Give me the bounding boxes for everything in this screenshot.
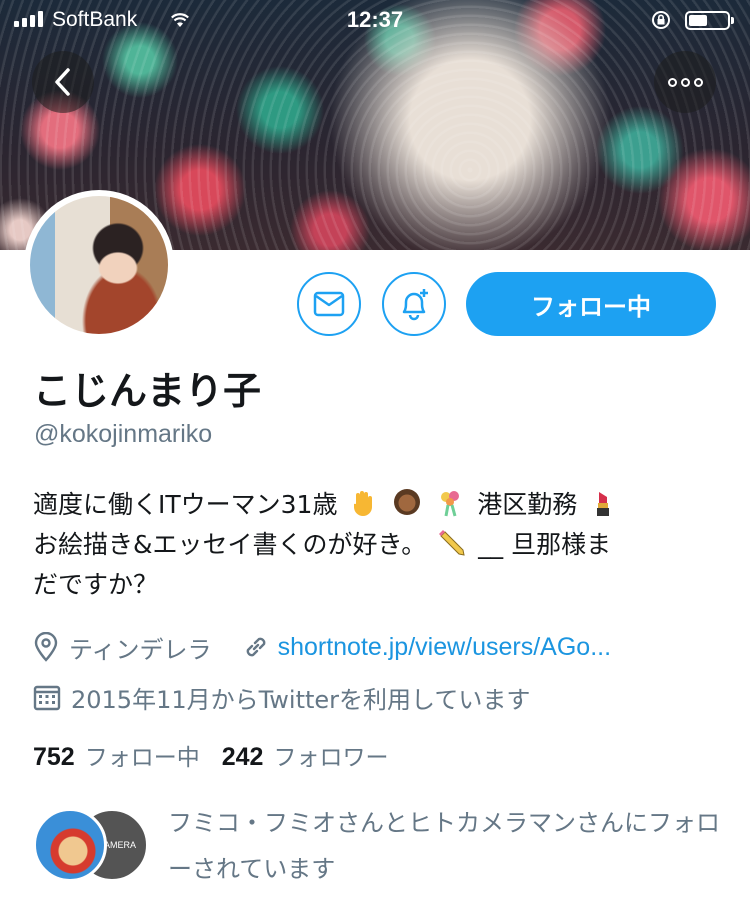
direct-message-button[interactable] [297,272,361,336]
calendar-icon [33,685,61,711]
bio-text: 港区勤務 [477,490,578,519]
location-pin-icon [34,632,58,662]
bio-text: __ 旦那様ま [478,530,612,559]
envelope-icon [313,291,345,317]
lipstick-emoji-icon [597,492,610,516]
display-name: こじんまり子 [33,369,262,413]
following-count: 752 [33,743,75,771]
more-dot-icon [680,77,690,87]
following-stat[interactable]: 752 フォロー中 [33,738,200,772]
location-text: ティンデレラ [69,635,212,664]
follow-stats: 752 フォロー中 242 フォロワー [33,738,388,772]
followers-count: 242 [221,743,264,771]
bell-plus-icon [402,289,428,321]
followers-label: フォロワー [273,745,389,771]
more-dot-icon [693,77,703,87]
followed-by-avatars[interactable]: CAMERA [33,808,153,883]
followed-by-text[interactable]: フミコ・フミオさんとヒトカメラマンさんにフォローされています [168,800,728,892]
profile-bio: 適度に働くITウーマン31歳 港区勤務 お絵描き&エッセイ書くのが好き。 __ … [33,485,723,605]
bio-line-2: お絵描き&エッセイ書くのが好き。 __ 旦那様ま [33,525,723,565]
bio-text: お絵描き&エッセイ書くのが好き。 [33,530,427,559]
back-button[interactable] [32,51,94,113]
orientation-lock-icon [652,11,670,29]
woman-emoji-icon [394,489,421,515]
link-icon [246,637,265,657]
location-row: ティンデレラ shortnote.jp/view/users/AGo... [33,630,611,664]
status-time: 12:37 [346,7,404,32]
more-dot-icon [667,77,677,87]
bio-line-3: だですか？ [33,570,159,599]
bio-line-1: 適度に働くITウーマン31歳 港区勤務 [33,485,723,525]
following-label: フォロー中 [84,745,200,771]
pencil-emoji-icon [439,530,465,556]
bouquet-emoji-icon [441,491,460,517]
raised-hand-emoji-icon [354,491,373,516]
notifications-button[interactable] [382,272,446,336]
following-button[interactable]: フォロー中 [466,272,716,336]
battery-icon [685,11,734,30]
bio-text: 適度に働くITウーマン31歳 [33,490,338,519]
profile-link[interactable]: shortnote.jp/view/users/AGo... [278,633,611,662]
chevron-left-icon [55,68,70,96]
status-bar: SoftBank 12:37 [0,0,750,40]
profile-avatar[interactable] [24,190,174,340]
followed-by-avatar [33,808,107,882]
followers-stat[interactable]: 242 フォロワー [222,738,389,772]
more-options-button[interactable] [654,51,716,113]
joined-date-text: 2015年11月からTwitterを利用しています [71,685,531,714]
user-handle: @kokojinmariko [34,420,213,448]
joined-row: 2015年11月からTwitterを利用しています [33,680,530,714]
